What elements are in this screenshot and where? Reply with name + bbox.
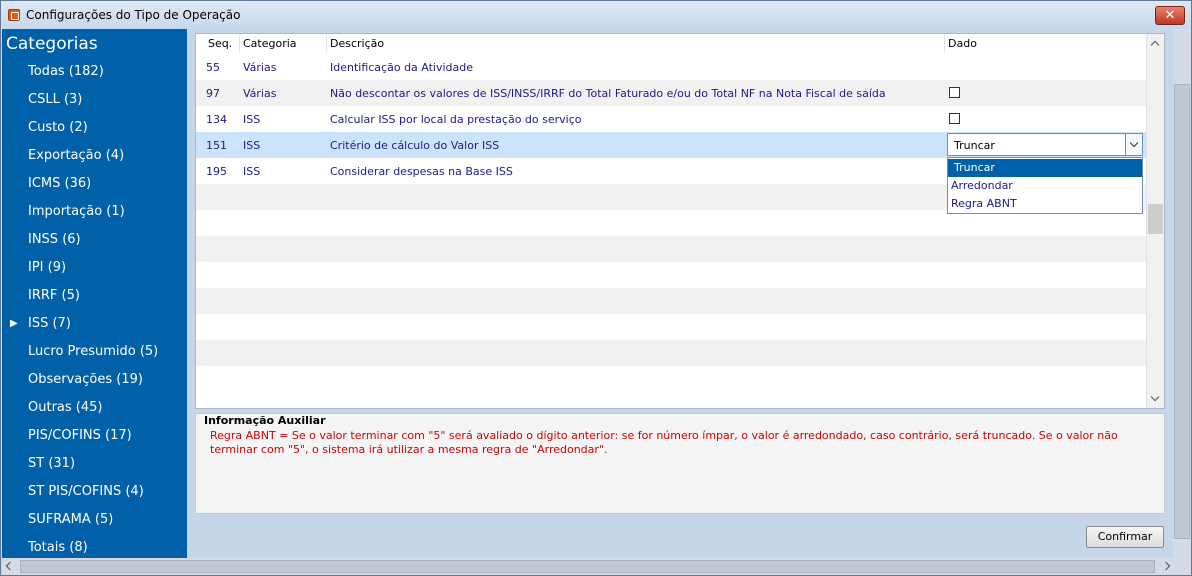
- combo-value: Truncar: [954, 139, 995, 152]
- sidebar-category-item[interactable]: Todas (182): [28, 62, 104, 82]
- sidebar-category-item[interactable]: Custo (2): [28, 118, 88, 138]
- table-row[interactable]: 55 Várias Identificação da Atividade: [196, 54, 1146, 80]
- cell-categoria: ISS: [243, 113, 261, 126]
- cell-categoria: ISS: [243, 139, 261, 152]
- info-title: Informação Auxiliar: [204, 414, 326, 427]
- col-header-seq[interactable]: Seq.: [208, 37, 232, 50]
- sidebar-category-item[interactable]: Exportação (4): [28, 146, 124, 166]
- title-bar[interactable]: Configurações do Tipo de Operação ✕: [1, 1, 1191, 29]
- empty-row: [196, 314, 1146, 340]
- window-title: Configurações do Tipo de Operação: [26, 8, 241, 22]
- sidebar-category-item[interactable]: CSLL (3): [28, 90, 82, 110]
- dado-checkbox[interactable]: [949, 113, 960, 124]
- scroll-right-icon[interactable]: [1161, 561, 1171, 571]
- cell-seq: 195: [206, 165, 227, 178]
- scroll-up-icon[interactable]: [1150, 40, 1160, 50]
- cell-seq: 97: [206, 87, 220, 100]
- col-header-categoria[interactable]: Categoria: [243, 37, 297, 50]
- combo-dropdown-list: Truncar Arredondar Regra ABNT: [947, 157, 1143, 214]
- cell-categoria: Várias: [243, 87, 277, 100]
- col-header-dado[interactable]: Dado: [948, 37, 977, 50]
- cell-seq: 151: [206, 139, 227, 152]
- categories-heading: Categorias: [6, 34, 98, 54]
- dado-checkbox[interactable]: [949, 87, 960, 98]
- chevron-down-icon[interactable]: [1125, 134, 1142, 155]
- col-separator: [239, 35, 240, 53]
- cell-categoria: ISS: [243, 165, 261, 178]
- empty-row: [196, 236, 1146, 262]
- sidebar-category-item[interactable]: SUFRAMA (5): [28, 510, 113, 530]
- iss-criterio-combo[interactable]: Truncar: [947, 133, 1143, 156]
- table-row[interactable]: 97 Várias Não descontar os valores de ISS/…: [196, 80, 1146, 106]
- cell-descricao: Considerar despesas na Base ISS: [330, 165, 513, 178]
- grid-header: Seq. Categoria Descrição Dado: [196, 34, 1146, 54]
- sidebar-category-item[interactable]: INSS (6): [28, 230, 81, 250]
- empty-row: [196, 288, 1146, 314]
- sidebar-category-item[interactable]: PIS/COFINS (17): [28, 426, 132, 446]
- cell-descricao: Não descontar os valores de ISS/INSS/IRR…: [330, 87, 886, 100]
- sidebar-category-item[interactable]: IRRF (5): [28, 286, 80, 306]
- sidebar-category-item[interactable]: Importação (1): [28, 202, 125, 222]
- close-button[interactable]: ✕: [1155, 6, 1185, 25]
- app-icon: [8, 9, 20, 21]
- col-separator: [944, 35, 945, 53]
- dropdown-option[interactable]: Arredondar: [948, 177, 1142, 195]
- empty-row: [196, 262, 1146, 288]
- cell-descricao: Critério de cálculo do Valor ISS: [330, 139, 500, 152]
- col-header-descricao[interactable]: Descrição: [330, 37, 384, 50]
- sidebar-category-item[interactable]: Outras (45): [28, 398, 102, 418]
- resize-grip[interactable]: [1174, 558, 1191, 575]
- scroll-left-icon[interactable]: [5, 561, 15, 571]
- sidebar-category-item[interactable]: Observações (19): [28, 370, 143, 390]
- scroll-thumb[interactable]: [1148, 204, 1163, 234]
- table-row[interactable]: 134 ISS Calcular ISS por local da prestaçã…: [196, 106, 1146, 132]
- selected-arrow-icon: ▶: [10, 318, 18, 329]
- dropdown-option[interactable]: Regra ABNT: [948, 195, 1142, 213]
- window-vertical-scrollbar[interactable]: [1173, 29, 1191, 558]
- cell-descricao: Calcular ISS por local da prestação do s…: [330, 113, 582, 126]
- confirm-button[interactable]: Confirmar: [1086, 526, 1164, 548]
- col-separator: [326, 35, 327, 53]
- sidebar-category-item[interactable]: Lucro Presumido (5): [28, 342, 158, 362]
- dropdown-option[interactable]: Truncar: [948, 159, 1142, 177]
- sidebar-category-item[interactable]: IPI (9): [28, 258, 66, 278]
- cell-categoria: Várias: [243, 61, 277, 74]
- sidebar-category-item[interactable]: Totais (8): [28, 538, 88, 558]
- scroll-down-icon[interactable]: [1150, 392, 1160, 402]
- sidebar-category-item[interactable]: ICMS (36): [28, 174, 91, 194]
- cell-seq: 55: [206, 61, 220, 74]
- sidebar-category-item[interactable]: ST PIS/COFINS (4): [28, 482, 144, 502]
- sidebar-category-item[interactable]: ST (31): [28, 454, 75, 474]
- grid-vertical-scrollbar[interactable]: [1146, 34, 1164, 408]
- category-sidebar: Categorias Todas (182) CSLL (3) Custo (2) E…: [2, 29, 187, 558]
- window-horizontal-scrollbar[interactable]: [2, 558, 1174, 575]
- horizontal-scroll-thumb[interactable]: [20, 560, 1155, 573]
- info-panel: Informação Auxiliar Regra ABNT = Se o va…: [195, 413, 1165, 514]
- cell-descricao: Identificação da Atividade: [330, 61, 474, 74]
- info-text: Regra ABNT = Se o valor terminar com "5"…: [210, 429, 1118, 456]
- window-scroll-thumb[interactable]: [1174, 84, 1190, 539]
- settings-grid: Seq. Categoria Descrição Dado 55 Várias Id…: [195, 33, 1165, 409]
- cell-seq: 134: [206, 113, 227, 126]
- empty-row: [196, 340, 1146, 366]
- sidebar-category-item[interactable]: ISS (7): [28, 314, 71, 334]
- config-window: Configurações do Tipo de Operação ✕ Cate…: [0, 0, 1192, 576]
- empty-row: [196, 366, 1146, 392]
